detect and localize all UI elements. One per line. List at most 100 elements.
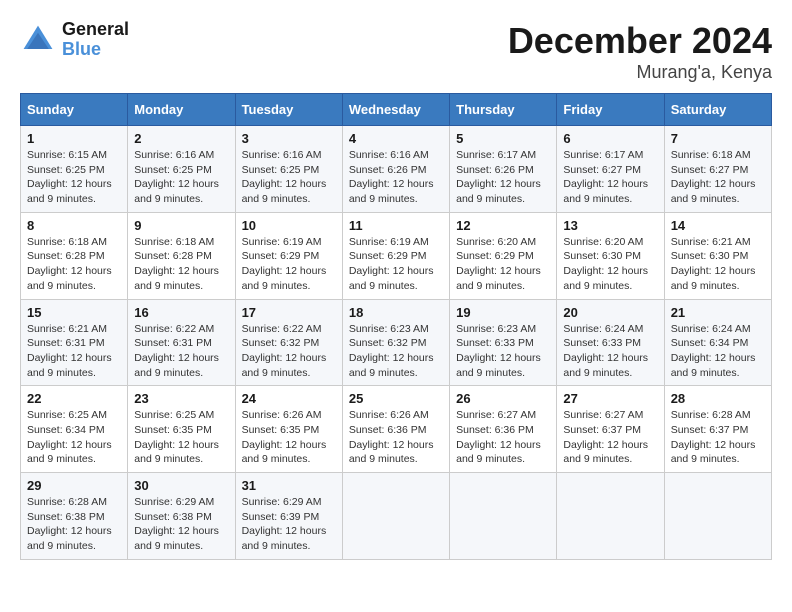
calendar-cell: 27Sunrise: 6:27 AMSunset: 6:37 PMDayligh… <box>557 386 664 473</box>
day-number: 7 <box>671 131 765 146</box>
header-thursday: Thursday <box>450 94 557 126</box>
day-number: 8 <box>27 218 121 233</box>
header-saturday: Saturday <box>664 94 771 126</box>
calendar-header-row: Sunday Monday Tuesday Wednesday Thursday… <box>21 94 772 126</box>
day-info: Sunrise: 6:26 AMSunset: 6:35 PMDaylight:… <box>242 408 336 467</box>
day-number: 13 <box>563 218 657 233</box>
calendar-cell <box>342 473 449 560</box>
calendar-cell: 17Sunrise: 6:22 AMSunset: 6:32 PMDayligh… <box>235 299 342 386</box>
day-info: Sunrise: 6:24 AMSunset: 6:33 PMDaylight:… <box>563 322 657 381</box>
calendar-cell <box>450 473 557 560</box>
month-title: December 2024 <box>508 20 772 62</box>
day-info: Sunrise: 6:22 AMSunset: 6:31 PMDaylight:… <box>134 322 228 381</box>
day-info: Sunrise: 6:20 AMSunset: 6:30 PMDaylight:… <box>563 235 657 294</box>
calendar-cell: 1Sunrise: 6:15 AMSunset: 6:25 PMDaylight… <box>21 126 128 213</box>
day-number: 20 <box>563 305 657 320</box>
day-info: Sunrise: 6:17 AMSunset: 6:26 PMDaylight:… <box>456 148 550 207</box>
day-number: 26 <box>456 391 550 406</box>
day-info: Sunrise: 6:29 AMSunset: 6:39 PMDaylight:… <box>242 495 336 554</box>
day-info: Sunrise: 6:27 AMSunset: 6:37 PMDaylight:… <box>563 408 657 467</box>
day-info: Sunrise: 6:23 AMSunset: 6:32 PMDaylight:… <box>349 322 443 381</box>
calendar-cell: 19Sunrise: 6:23 AMSunset: 6:33 PMDayligh… <box>450 299 557 386</box>
day-info: Sunrise: 6:23 AMSunset: 6:33 PMDaylight:… <box>456 322 550 381</box>
calendar-cell: 28 Sunrise: 6:28 AMSunset: 6:37 PMDayligh… <box>664 386 771 473</box>
day-info: Sunrise: 6:17 AMSunset: 6:27 PMDaylight:… <box>563 148 657 207</box>
day-number: 3 <box>242 131 336 146</box>
title-area: December 2024 Murang'a, Kenya <box>508 20 772 83</box>
calendar-cell: 29 Sunrise: 6:28 AMSunset: 6:38 PMDayligh… <box>21 473 128 560</box>
calendar-cell: 15 Sunrise: 6:21 AMSunset: 6:31 PMDayligh… <box>21 299 128 386</box>
day-info: Sunrise: 6:21 AMSunset: 6:30 PMDaylight:… <box>671 235 765 294</box>
logo-icon <box>20 22 56 58</box>
day-number: 30 <box>134 478 228 493</box>
day-number: 21 <box>671 305 765 320</box>
calendar-cell: 30 Sunrise: 6:29 AMSunset: 6:38 PMDayligh… <box>128 473 235 560</box>
calendar-cell: 20 Sunrise: 6:24 AMSunset: 6:33 PMDayligh… <box>557 299 664 386</box>
day-number: 16 <box>134 305 228 320</box>
day-number: 29 <box>27 478 121 493</box>
calendar-cell: 16 Sunrise: 6:22 AMSunset: 6:31 PMDayligh… <box>128 299 235 386</box>
day-number: 15 <box>27 305 121 320</box>
calendar-cell: 3 Sunrise: 6:16 AMSunset: 6:25 PMDaylight… <box>235 126 342 213</box>
day-number: 31 <box>242 478 336 493</box>
calendar-cell: 4Sunrise: 6:16 AMSunset: 6:26 PMDaylight… <box>342 126 449 213</box>
calendar-cell: 2 Sunrise: 6:16 AMSunset: 6:25 PMDaylight… <box>128 126 235 213</box>
calendar-week-row: 8 Sunrise: 6:18 AMSunset: 6:28 PMDaylight… <box>21 212 772 299</box>
calendar-cell <box>557 473 664 560</box>
day-number: 9 <box>134 218 228 233</box>
day-number: 28 <box>671 391 765 406</box>
calendar-cell: 25 Sunrise: 6:26 AMSunset: 6:36 PMDayligh… <box>342 386 449 473</box>
calendar-cell: 24 Sunrise: 6:26 AMSunset: 6:35 PMDayligh… <box>235 386 342 473</box>
day-number: 11 <box>349 218 443 233</box>
header-sunday: Sunday <box>21 94 128 126</box>
day-info: Sunrise: 6:24 AMSunset: 6:34 PMDaylight:… <box>671 322 765 381</box>
day-number: 2 <box>134 131 228 146</box>
day-number: 12 <box>456 218 550 233</box>
day-info: Sunrise: 6:16 AMSunset: 6:25 PMDaylight:… <box>134 148 228 207</box>
day-number: 25 <box>349 391 443 406</box>
calendar-cell: 22Sunrise: 6:25 AMSunset: 6:34 PMDayligh… <box>21 386 128 473</box>
day-info: Sunrise: 6:16 AMSunset: 6:25 PMDaylight:… <box>242 148 336 207</box>
calendar-week-row: 1Sunrise: 6:15 AMSunset: 6:25 PMDaylight… <box>21 126 772 213</box>
logo-text: GeneralBlue <box>62 20 129 60</box>
calendar-cell: 10 Sunrise: 6:19 AMSunset: 6:29 PMDayligh… <box>235 212 342 299</box>
day-info: Sunrise: 6:15 AMSunset: 6:25 PMDaylight:… <box>27 148 121 207</box>
day-info: Sunrise: 6:29 AMSunset: 6:38 PMDaylight:… <box>134 495 228 554</box>
day-info: Sunrise: 6:18 AMSunset: 6:28 PMDaylight:… <box>134 235 228 294</box>
day-info: Sunrise: 6:18 AMSunset: 6:27 PMDaylight:… <box>671 148 765 207</box>
day-number: 23 <box>134 391 228 406</box>
header-monday: Monday <box>128 94 235 126</box>
calendar-cell: 11 Sunrise: 6:19 AMSunset: 6:29 PMDayligh… <box>342 212 449 299</box>
day-info: Sunrise: 6:19 AMSunset: 6:29 PMDaylight:… <box>349 235 443 294</box>
day-info: Sunrise: 6:18 AMSunset: 6:28 PMDaylight:… <box>27 235 121 294</box>
day-info: Sunrise: 6:21 AMSunset: 6:31 PMDaylight:… <box>27 322 121 381</box>
calendar-cell: 13 Sunrise: 6:20 AMSunset: 6:30 PMDayligh… <box>557 212 664 299</box>
day-info: Sunrise: 6:16 AMSunset: 6:26 PMDaylight:… <box>349 148 443 207</box>
calendar-week-row: 29 Sunrise: 6:28 AMSunset: 6:38 PMDayligh… <box>21 473 772 560</box>
day-info: Sunrise: 6:28 AMSunset: 6:38 PMDaylight:… <box>27 495 121 554</box>
day-info: Sunrise: 6:20 AMSunset: 6:29 PMDaylight:… <box>456 235 550 294</box>
calendar-week-row: 22Sunrise: 6:25 AMSunset: 6:34 PMDayligh… <box>21 386 772 473</box>
calendar-cell <box>664 473 771 560</box>
day-info: Sunrise: 6:25 AMSunset: 6:34 PMDaylight:… <box>27 408 121 467</box>
day-info: Sunrise: 6:26 AMSunset: 6:36 PMDaylight:… <box>349 408 443 467</box>
day-info: Sunrise: 6:25 AMSunset: 6:35 PMDaylight:… <box>134 408 228 467</box>
calendar-cell: 18Sunrise: 6:23 AMSunset: 6:32 PMDayligh… <box>342 299 449 386</box>
day-info: Sunrise: 6:27 AMSunset: 6:36 PMDaylight:… <box>456 408 550 467</box>
calendar-week-row: 15 Sunrise: 6:21 AMSunset: 6:31 PMDayligh… <box>21 299 772 386</box>
logo: GeneralBlue <box>20 20 129 60</box>
calendar-cell: 7 Sunrise: 6:18 AMSunset: 6:27 PMDaylight… <box>664 126 771 213</box>
day-info: Sunrise: 6:28 AMSunset: 6:37 PMDaylight:… <box>671 408 765 467</box>
day-number: 24 <box>242 391 336 406</box>
page-header: GeneralBlue December 2024 Murang'a, Keny… <box>20 20 772 83</box>
day-number: 17 <box>242 305 336 320</box>
calendar-cell: 12 Sunrise: 6:20 AMSunset: 6:29 PMDayligh… <box>450 212 557 299</box>
day-number: 10 <box>242 218 336 233</box>
calendar-table: Sunday Monday Tuesday Wednesday Thursday… <box>20 93 772 560</box>
calendar-cell: 26 Sunrise: 6:27 AMSunset: 6:36 PMDayligh… <box>450 386 557 473</box>
day-number: 14 <box>671 218 765 233</box>
calendar-cell: 23 Sunrise: 6:25 AMSunset: 6:35 PMDayligh… <box>128 386 235 473</box>
day-info: Sunrise: 6:19 AMSunset: 6:29 PMDaylight:… <box>242 235 336 294</box>
calendar-cell: 8 Sunrise: 6:18 AMSunset: 6:28 PMDaylight… <box>21 212 128 299</box>
header-tuesday: Tuesday <box>235 94 342 126</box>
